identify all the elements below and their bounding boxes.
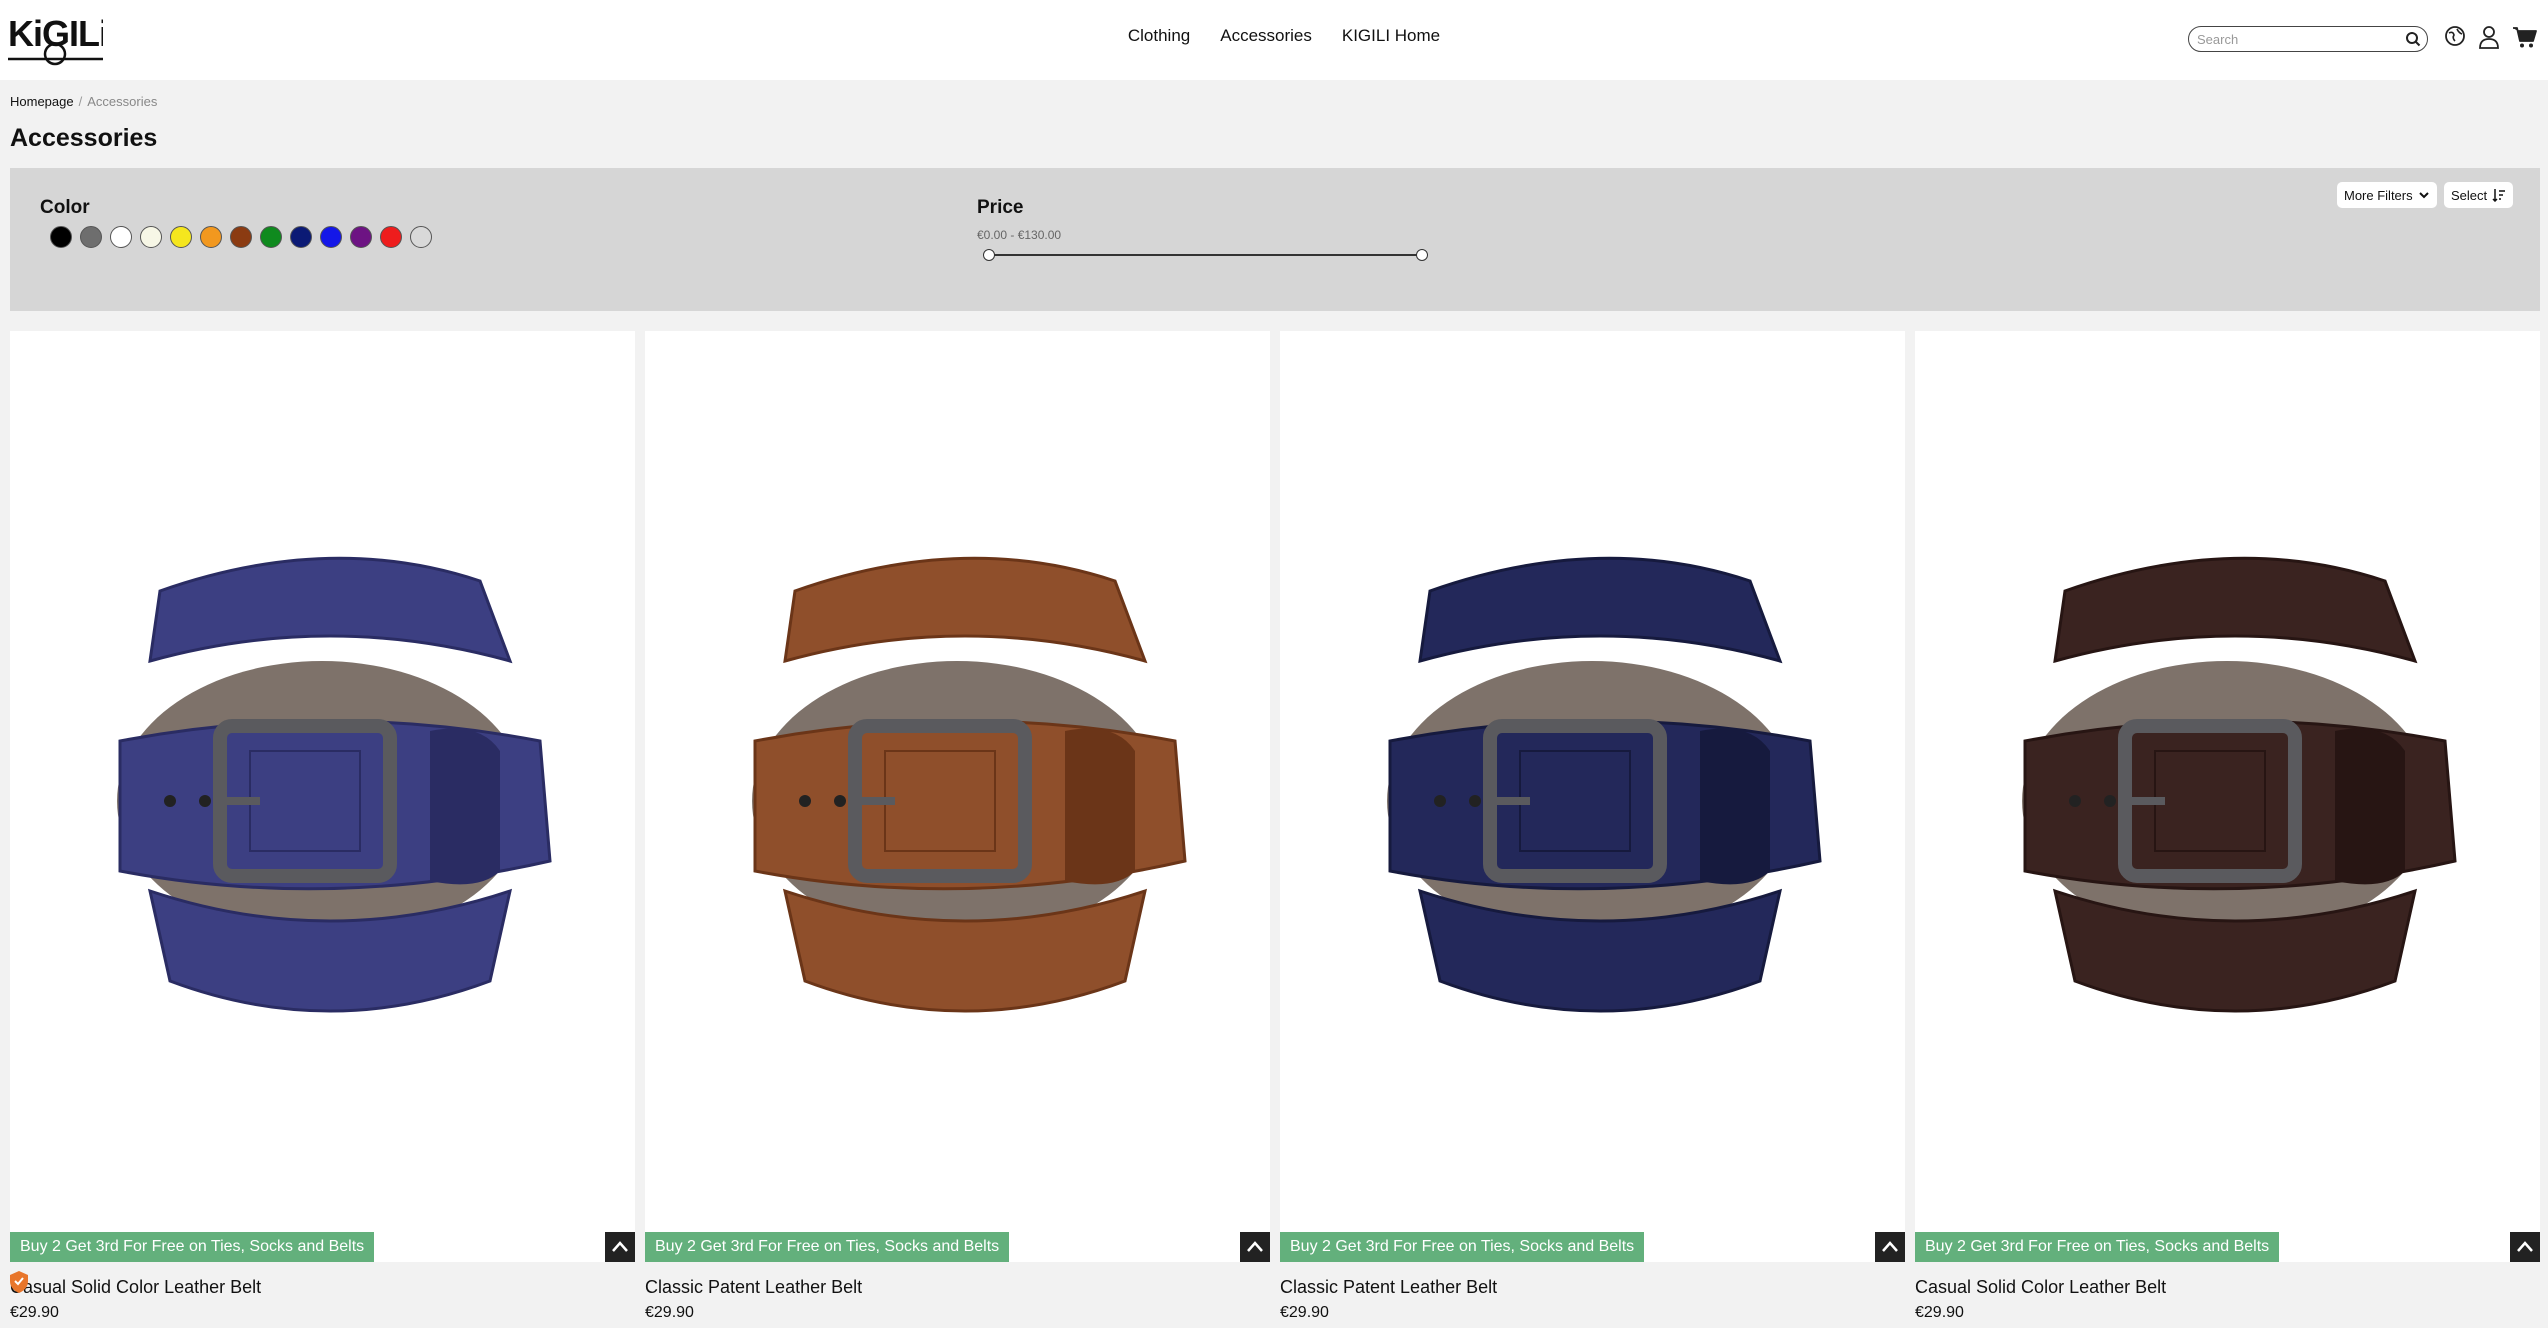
- color-swatch[interactable]: [350, 226, 372, 248]
- chevron-down-icon: [2418, 192, 2429, 199]
- globe-icon[interactable]: [2444, 25, 2466, 47]
- product-name[interactable]: Classic Patent Leather Belt: [645, 1277, 1270, 1298]
- belt-image: [117, 556, 552, 1013]
- sort-label: Select: [2451, 187, 2488, 203]
- product-price: €29.90: [645, 1304, 694, 1321]
- page-title: Accessories: [10, 124, 158, 152]
- product-name[interactable]: Casual Solid Color Leather Belt: [1915, 1277, 2540, 1298]
- price-slider-track: [987, 254, 1424, 256]
- belt-drawing: [2022, 556, 2457, 1013]
- color-swatch[interactable]: [110, 226, 132, 248]
- price-range-text: €0.00 - €130.00: [977, 228, 1062, 242]
- quick-view-button[interactable]: [2510, 1232, 2540, 1262]
- product-price: €29.90: [1280, 1304, 1329, 1321]
- chevron-up-icon: [612, 1241, 628, 1252]
- belt-image: [752, 556, 1187, 1013]
- promo-badge: Buy 2 Get 3rd For Free on Ties, Socks an…: [1280, 1232, 1645, 1262]
- breadcrumb-home[interactable]: Homepage: [10, 94, 74, 109]
- promo-badge: Buy 2 Get 3rd For Free on Ties, Socks an…: [10, 1232, 375, 1262]
- price-max-handle[interactable]: [1416, 249, 1428, 261]
- belt-image: [1387, 556, 1822, 1013]
- color-swatch[interactable]: [50, 226, 72, 248]
- belt-drawing: [117, 556, 552, 1013]
- chevron-up-icon: [2517, 1241, 2533, 1252]
- color-swatch[interactable]: [260, 226, 282, 248]
- promo-badge: Buy 2 Get 3rd For Free on Ties, Socks an…: [1915, 1232, 2280, 1262]
- sort-icon: [2492, 189, 2506, 202]
- product-name[interactable]: Casual Solid Color Leather Belt: [10, 1277, 635, 1298]
- color-swatch[interactable]: [230, 226, 252, 248]
- belt-drawing: [752, 556, 1187, 1013]
- more-filters-button[interactable]: More Filters: [2337, 182, 2437, 208]
- color-swatch[interactable]: [290, 226, 312, 248]
- breadcrumb-separator: /: [78, 94, 83, 109]
- belt-drawing: [1387, 556, 1822, 1013]
- product-card[interactable]: Buy 2 Get 3rd For Free on Ties, Socks an…: [645, 331, 1270, 1322]
- belt-image: [2022, 556, 2457, 1013]
- price-min-handle[interactable]: [983, 249, 995, 261]
- nav-clothing[interactable]: Clothing: [1128, 26, 1190, 46]
- product-card[interactable]: Buy 2 Get 3rd For Free on Ties, Socks an…: [1915, 331, 2540, 1322]
- shield-icon[interactable]: [8, 1270, 30, 1294]
- sort-select-button[interactable]: Select: [2444, 182, 2514, 208]
- nav-accessories[interactable]: Accessories: [1220, 26, 1312, 46]
- nav-kigili-home[interactable]: KIGILI Home: [1342, 26, 1440, 46]
- chevron-up-icon: [1882, 1241, 1898, 1252]
- product-card[interactable]: Buy 2 Get 3rd For Free on Ties, Socks an…: [10, 331, 635, 1322]
- color-swatch[interactable]: [380, 226, 402, 248]
- filter-panel: Color Price €0.00 - €130.00 More Filters…: [10, 168, 2540, 311]
- color-swatch[interactable]: [170, 226, 192, 248]
- breadcrumb: Homepage / Accessories: [10, 94, 157, 109]
- color-swatch[interactable]: [140, 226, 162, 248]
- color-swatches: [50, 226, 432, 248]
- color-swatch[interactable]: [200, 226, 222, 248]
- product-card[interactable]: Buy 2 Get 3rd For Free on Ties, Socks an…: [1280, 331, 1905, 1322]
- product-price: €29.90: [1915, 1304, 1964, 1321]
- quick-view-button[interactable]: [605, 1232, 635, 1262]
- search-icon[interactable]: [2405, 31, 2421, 47]
- site-header: KiGILi Clothing Accessories KIGILI Home: [0, 0, 2548, 80]
- quick-view-button[interactable]: [1875, 1232, 1905, 1262]
- search-box: [2188, 26, 2428, 52]
- product-name[interactable]: Classic Patent Leather Belt: [1280, 1277, 1905, 1298]
- price-filter-label: Price: [977, 197, 1024, 218]
- product-image[interactable]: Buy 2 Get 3rd For Free on Ties, Socks an…: [1280, 331, 1905, 1262]
- product-image[interactable]: Buy 2 Get 3rd For Free on Ties, Socks an…: [1915, 331, 2540, 1262]
- cart-icon[interactable]: [2512, 25, 2538, 49]
- more-filters-label: More Filters: [2344, 187, 2413, 203]
- breadcrumb-current: Accessories: [87, 94, 158, 109]
- quick-view-button[interactable]: [1240, 1232, 1270, 1262]
- product-image[interactable]: Buy 2 Get 3rd For Free on Ties, Socks an…: [645, 331, 1270, 1262]
- color-swatch[interactable]: [80, 226, 102, 248]
- color-swatch[interactable]: [410, 226, 432, 248]
- search-input[interactable]: [2197, 30, 2397, 48]
- chevron-up-icon: [1247, 1241, 1263, 1252]
- color-swatch[interactable]: [320, 226, 342, 248]
- user-icon[interactable]: [2478, 25, 2500, 49]
- price-slider: [983, 248, 1428, 262]
- main-nav: Clothing Accessories KIGILI Home: [0, 26, 2548, 46]
- promo-badge: Buy 2 Get 3rd For Free on Ties, Socks an…: [645, 1232, 1010, 1262]
- product-grid: Buy 2 Get 3rd For Free on Ties, Socks an…: [10, 331, 2540, 1322]
- color-filter-label: Color: [40, 197, 90, 218]
- product-image[interactable]: Buy 2 Get 3rd For Free on Ties, Socks an…: [10, 331, 635, 1262]
- product-price: €29.90: [10, 1304, 59, 1321]
